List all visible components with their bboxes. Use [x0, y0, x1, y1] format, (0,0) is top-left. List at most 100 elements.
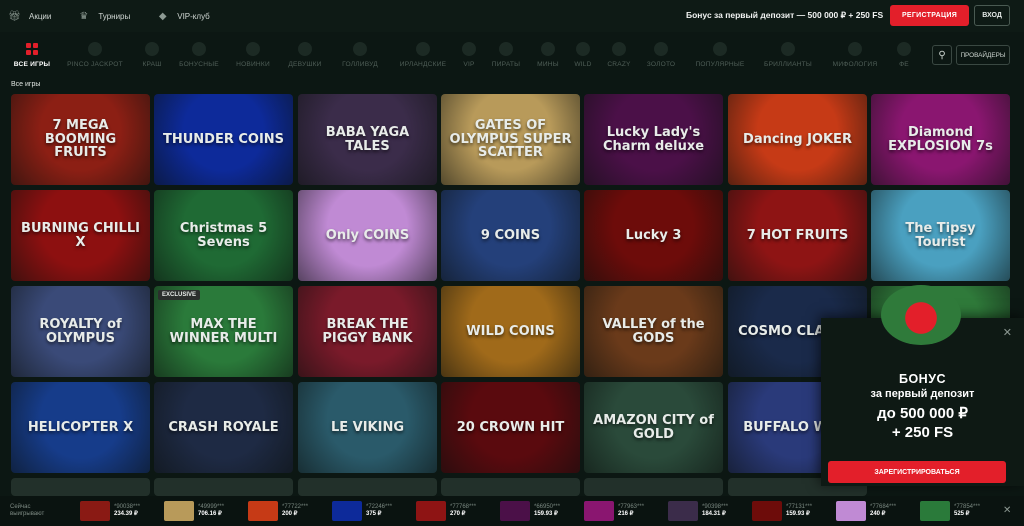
category-tab[interactable]: ПОПУЛЯРНЫЕ — [690, 36, 750, 74]
close-icon[interactable]: ✕ — [1003, 505, 1011, 516]
game-tile[interactable]: The Tipsy Tourist — [871, 190, 1010, 281]
close-icon[interactable]: ✕ — [1003, 326, 1012, 339]
game-tile[interactable]: BREAK THE PIGGY BANK — [298, 286, 437, 377]
category-tab[interactable]: ФЕ — [874, 36, 934, 74]
popup-free-spins: + 250 FS — [891, 424, 954, 441]
game-tile[interactable]: CRASH ROYALE — [154, 382, 293, 473]
register-button[interactable]: РЕГИСТРАЦИЯ — [890, 5, 969, 26]
ticker-item[interactable]: *77768*** 270 ₽ — [416, 501, 476, 521]
game-tile[interactable]: 9 COINS — [441, 190, 580, 281]
category-tab[interactable]: НОВИНКИ — [223, 36, 283, 74]
ticker-item[interactable]: *90038*** 234.39 ₽ — [80, 501, 140, 521]
game-tile[interactable]: BABA YAGA TALES — [298, 94, 437, 185]
vip-club-link[interactable]: ◆ VIP-клуб — [156, 11, 210, 22]
game-tile[interactable]: Only COINS — [298, 190, 437, 281]
game-tile[interactable]: Lucky Lady's Charm deluxe — [584, 94, 723, 185]
win-amount: 216 ₽ — [618, 511, 634, 517]
ticker-item[interactable]: *77722*** 200 ₽ — [248, 501, 308, 521]
category-nav: ВСЕ ИГРЫ PINCO JACKPOT КРАШ БОНУСНЫЕ НОВИНКИ… — [0, 36, 1024, 74]
game-tile[interactable]: Dancing JOKER — [728, 94, 867, 185]
game-tile[interactable]: AMAZON CITY of GOLD — [584, 382, 723, 473]
ticker-item[interactable]: *77131*** 159.93 ₽ — [752, 501, 812, 521]
game-tile-partial[interactable] — [11, 478, 150, 496]
winner-user: *72246*** — [366, 503, 393, 510]
game-tile[interactable]: HELICOPTER X — [11, 382, 150, 473]
game-tile-partial[interactable] — [441, 478, 580, 496]
ticker-item[interactable]: *77963*** 216 ₽ — [584, 501, 644, 521]
game-thumbnail — [80, 501, 110, 521]
category-tab[interactable]: БРИЛЛИАНТЫ — [758, 36, 818, 74]
game-title: WILD COINS — [466, 323, 555, 339]
ticker-item[interactable]: *72246*** 375 ₽ — [332, 501, 392, 521]
winner-user: *66950*** — [534, 503, 561, 510]
category-label: ЗОЛОТО — [646, 61, 676, 68]
game-tile[interactable]: VALLEY of the GODS — [584, 286, 723, 377]
login-button[interactable]: ВХОД — [974, 5, 1010, 26]
category-tab[interactable]: ГОЛЛИВУД — [330, 36, 390, 74]
all-games-icon — [26, 43, 38, 55]
game-tile-partial[interactable] — [584, 478, 723, 496]
category-tab[interactable]: ВСЕ ИГРЫ — [2, 36, 62, 74]
game-tile[interactable]: EXCLUSIVE MAX THE WINNER MULTI — [154, 286, 293, 377]
ticker-item[interactable]: *66950*** 159.93 ₽ — [500, 501, 560, 521]
category-label: ДЕВУШКИ — [288, 61, 322, 68]
game-title: The Tipsy Tourist — [905, 220, 976, 250]
category-icon — [713, 42, 727, 56]
game-tile[interactable]: Lucky 3 — [584, 190, 723, 281]
providers-button[interactable]: ПРОВАЙДЕРЫ — [956, 45, 1010, 65]
diamond-icon: ◆ — [158, 10, 167, 22]
game-title: AMAZON CITY of GOLD — [593, 412, 714, 442]
ticker-item[interactable]: *90398*** 184.31 ₽ — [668, 501, 728, 521]
tournaments-link[interactable]: ♛ Турниры — [77, 11, 130, 22]
game-tile[interactable]: WILD COINS — [441, 286, 580, 377]
winner-user: *90038*** — [114, 503, 141, 510]
game-tile[interactable]: Christmas 5 Sevens — [154, 190, 293, 281]
category-tab[interactable]: БОНУСНЫЕ — [169, 36, 229, 74]
game-title: HELICOPTER X — [27, 419, 134, 435]
game-tile-partial[interactable] — [298, 478, 437, 496]
game-title: BURNING CHILLI X — [21, 220, 140, 250]
category-tab[interactable]: PINCO JACKPOT — [65, 36, 125, 74]
game-tile[interactable]: ROYALTY of OLYMPUS — [11, 286, 150, 377]
game-tile[interactable]: 20 CROWN HIT — [441, 382, 580, 473]
search-button[interactable]: ⚲ — [932, 45, 952, 65]
ticker-item[interactable]: *77684*** 240 ₽ — [836, 501, 896, 521]
category-label: ПОПУЛЯРНЫЕ — [695, 61, 745, 68]
game-tile[interactable]: GATES OF OLYMPUS SUPER SCATTER — [441, 94, 580, 185]
win-amount: 200 ₽ — [282, 511, 298, 517]
gift-icon: 🎁︎ — [8, 10, 21, 22]
promotions-label: Акции — [29, 11, 52, 21]
ticker-item[interactable]: *77854*** 525 ₽ — [920, 501, 980, 521]
game-tile-partial[interactable] — [154, 478, 293, 496]
category-tab[interactable]: ЗОЛОТО — [631, 36, 691, 74]
win-amount: 234.39 ₽ — [114, 511, 138, 517]
category-tab[interactable]: ДЕВУШКИ — [275, 36, 335, 74]
game-tile[interactable]: LE VIKING — [298, 382, 437, 473]
game-title: Lucky 3 — [625, 227, 682, 243]
game-tile[interactable]: 7 HOT FRUITS — [728, 190, 867, 281]
promotions-link[interactable]: 🎁︎ Акции — [8, 11, 51, 22]
game-title: Dancing JOKER — [743, 131, 852, 147]
ticker-item[interactable]: *49999*** 706.16 ₽ — [164, 501, 224, 521]
category-icon — [576, 42, 590, 56]
category-label: CRAZY — [607, 61, 631, 68]
game-title: 7 MEGA BOOMING FRUITS — [44, 118, 117, 161]
category-label: VIP — [463, 61, 475, 68]
win-amount: 525 ₽ — [954, 511, 970, 517]
popup-title: БОНУС — [898, 372, 947, 386]
game-tile[interactable]: 7 MEGA BOOMING FRUITS — [11, 94, 150, 185]
game-thumbnail — [584, 501, 614, 521]
popup-register-button[interactable]: ЗАРЕГИСТРИРОВАТЬСЯ — [828, 461, 1006, 483]
section-title: Все игры — [11, 81, 41, 88]
category-label: НОВИНКИ — [236, 61, 270, 68]
game-tile[interactable]: Diamond EXPLOSION 7s — [871, 94, 1010, 185]
category-icon — [462, 42, 476, 56]
game-title: LE VIKING — [330, 419, 405, 435]
win-amount: 270 ₽ — [450, 511, 466, 517]
category-icon — [88, 42, 102, 56]
game-title: Christmas 5 Sevens — [179, 220, 268, 250]
game-tile[interactable]: BURNING CHILLI X — [11, 190, 150, 281]
game-tile[interactable]: THUNDER COINS — [154, 94, 293, 185]
winner-user: *90398*** — [702, 503, 729, 510]
game-thumbnail — [164, 501, 194, 521]
